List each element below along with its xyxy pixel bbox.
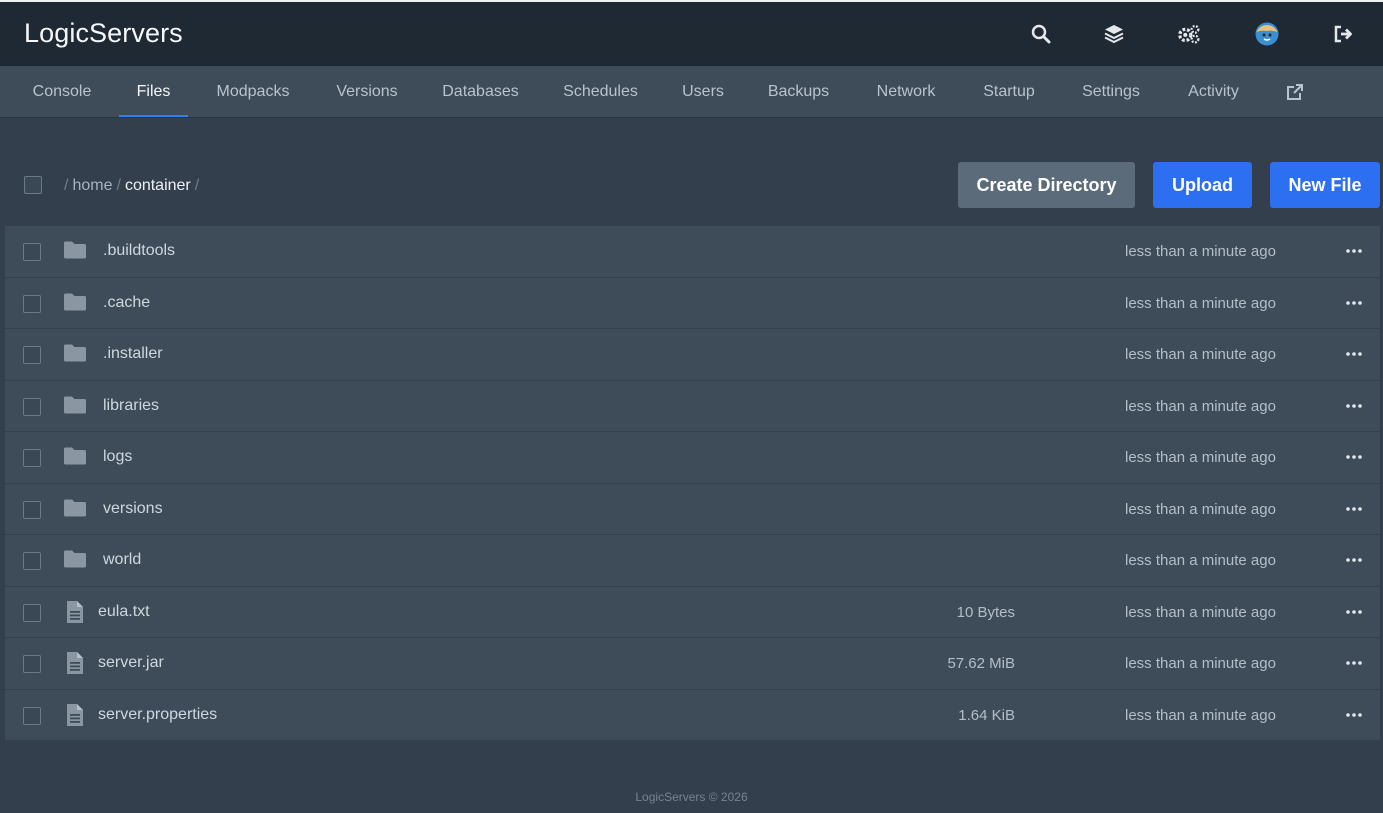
file-row[interactable]: eula.txt 10 Bytes less than a minute ago [5,586,1380,638]
folder-icon [63,292,87,314]
more-options-icon[interactable] [1343,704,1365,726]
more-options-icon[interactable] [1343,498,1365,520]
tab-backups[interactable]: Backups [755,66,842,118]
file-modified: less than a minute ago [1125,294,1276,312]
upload-button[interactable]: Upload [1153,162,1252,208]
file-name[interactable]: .buildtools [103,242,175,260]
tab-schedules[interactable]: Schedules [550,66,651,118]
file-size: 1.64 KiB [958,706,1015,724]
file-modified: less than a minute ago [1125,243,1276,260]
layers-icon[interactable] [1102,22,1126,46]
file-modified: less than a minute ago [1125,397,1276,415]
file-row-checkbox[interactable] [23,346,41,364]
folder-icon [63,343,87,365]
tab-users[interactable]: Users [670,66,736,118]
file-row-checkbox[interactable] [23,706,41,725]
more-options-icon[interactable] [1343,652,1365,674]
file-name[interactable]: libraries [103,397,159,415]
tab-modpacks[interactable]: Modpacks [203,66,303,118]
folder-icon [63,395,87,417]
more-options-icon[interactable] [1343,601,1365,623]
file-row[interactable]: .installer less than a minute ago [5,329,1380,381]
tab-settings[interactable]: Settings [1068,66,1154,118]
file-size: 57.62 MiB [947,655,1015,672]
file-modified: less than a minute ago [1125,449,1276,466]
sign-out-icon[interactable] [1331,22,1355,46]
folder-icon [63,549,87,571]
folder-icon [63,446,87,468]
breadcrumb-current[interactable]: container [125,177,191,194]
tab-startup[interactable]: Startup [969,66,1049,118]
file-modified: less than a minute ago [1125,552,1276,569]
more-options-icon[interactable] [1343,343,1365,365]
file-row-checkbox[interactable] [23,449,41,467]
breadcrumb: / home / container / [60,177,203,195]
file-name[interactable]: eula.txt [98,603,150,621]
breadcrumb-separator: / [116,177,121,194]
file-name[interactable]: server.properties [98,706,217,724]
file-row[interactable]: world less than a minute ago [5,535,1380,587]
tab-network[interactable]: Network [861,66,951,118]
footer: LogicServers © 2026 [635,790,748,804]
tab-console[interactable]: Console [18,66,106,118]
file-modified: less than a minute ago [1125,500,1276,518]
file-modified: less than a minute ago [1125,603,1276,621]
create-directory-button[interactable]: Create Directory [958,162,1135,208]
file-row-checkbox[interactable] [23,552,41,570]
file-modified: less than a minute ago [1125,346,1276,363]
file-text-icon [65,703,89,726]
file-row[interactable]: logs less than a minute ago [5,432,1380,484]
file-name[interactable]: world [103,551,141,569]
more-options-icon[interactable] [1343,292,1365,314]
more-options-icon[interactable] [1343,446,1365,468]
file-row[interactable]: .cache less than a minute ago [5,277,1380,329]
file-row[interactable]: libraries less than a minute ago [5,380,1380,432]
select-all-checkbox[interactable] [24,176,42,194]
file-row-checkbox[interactable] [23,603,41,622]
external-link-icon[interactable] [1280,66,1310,118]
breadcrumb-separator: / [194,177,200,194]
brand-title[interactable]: LogicServers [24,18,183,49]
file-name[interactable]: server.jar [98,654,164,672]
file-modified: less than a minute ago [1125,706,1276,724]
file-list: .buildtools less than a minute ago .cache… [5,226,1380,741]
file-row-checkbox[interactable] [23,500,41,519]
folder-icon [63,240,87,262]
top-bar: LogicServers [0,0,1383,66]
file-text-icon [65,600,89,623]
tab-activity[interactable]: Activity [1172,66,1255,118]
file-row-checkbox[interactable] [23,294,41,313]
tab-databases[interactable]: Databases [429,66,532,118]
cogs-icon[interactable] [1177,22,1201,46]
new-file-button[interactable]: New File [1270,162,1380,208]
breadcrumb-separator: / [64,177,69,194]
file-name[interactable]: versions [103,500,163,518]
file-row-checkbox[interactable] [23,243,41,261]
file-row[interactable]: server.properties 1.64 KiB less than a min… [5,689,1380,741]
file-row-checkbox[interactable] [23,397,41,416]
breadcrumb-home[interactable]: home [72,177,112,194]
file-row[interactable]: versions less than a minute ago [5,483,1380,535]
file-row-checkbox[interactable] [23,655,41,673]
more-options-icon[interactable] [1343,549,1365,571]
server-nav: Console Files Modpacks Versions Database… [0,66,1383,118]
more-options-icon[interactable] [1343,395,1365,417]
avatar[interactable] [1255,22,1279,46]
file-name[interactable]: .installer [103,345,163,363]
file-text-icon [65,651,89,674]
file-row[interactable]: server.jar 57.62 MiB less than a minute ag… [5,638,1380,690]
file-name[interactable]: .cache [103,294,150,312]
folder-icon [63,498,87,520]
file-row[interactable]: .buildtools less than a minute ago [5,226,1380,278]
file-modified: less than a minute ago [1125,655,1276,672]
more-options-icon[interactable] [1343,240,1365,262]
tab-files[interactable]: Files [119,66,188,118]
file-size: 10 Bytes [956,603,1015,621]
file-name[interactable]: logs [103,448,132,466]
search-icon[interactable] [1029,22,1053,46]
tab-versions[interactable]: Versions [322,66,412,118]
